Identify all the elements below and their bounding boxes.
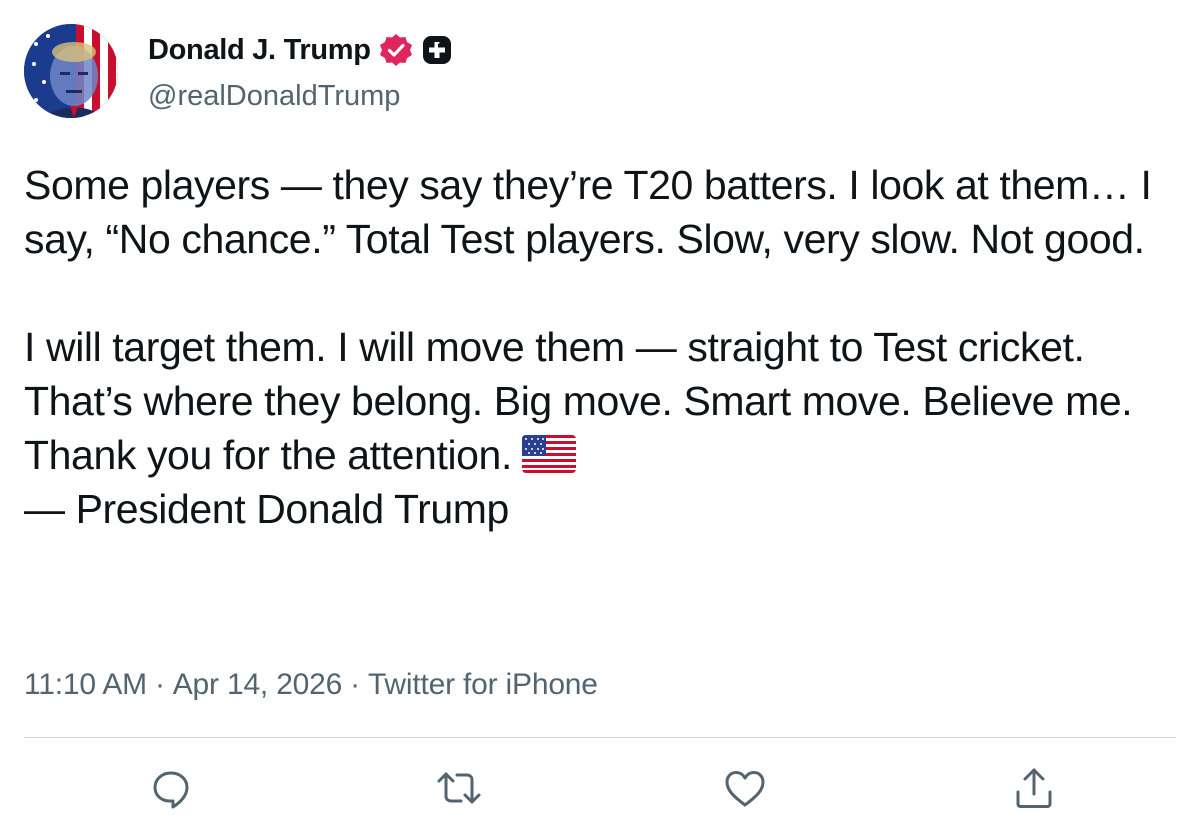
tweet-paragraph: Some players — they say they’re T20 batt… [24,162,1152,262]
user-handle[interactable]: @realDonaldTrump [148,80,400,113]
tweet-signature: — President Donald Trump [24,486,509,532]
tweet-body: Some players — they say they’re T20 batt… [24,158,1174,536]
meta-separator: · [350,668,360,701]
user-name-row: Donald J. Trump [148,30,453,70]
verified-badge-icon [379,33,413,67]
tweet-card: Donald J. Trump @realDonaldTrump Some pl… [0,0,1200,829]
meta-separator: · [154,668,165,701]
tweet-date[interactable]: Apr 14, 2026 [173,668,343,701]
like-button[interactable] [721,764,769,812]
like-icon [725,771,765,807]
tweet-meta: 11:10 AM · Apr 14, 2026 · Twitter for iPhone [24,668,598,702]
tweet-paragraph: I will target them. I will move them — s… [24,324,1133,424]
tweet-source[interactable]: Twitter for iPhone [368,668,598,701]
action-bar [0,758,1200,818]
tweet-line-text: Thank you for the attention. [24,432,512,478]
avatar-image [24,24,118,118]
share-button[interactable] [1010,764,1058,812]
retweet-icon [437,772,481,804]
affiliation-badge-icon [421,34,453,66]
tweet-time[interactable]: 11:10 AM [24,668,147,701]
reply-icon [153,771,189,809]
retweet-button[interactable] [435,764,483,812]
avatar[interactable] [24,24,118,118]
divider [24,737,1176,738]
reply-button[interactable] [147,764,195,812]
share-icon [1016,768,1052,808]
tweet-line: Thank you for the attention. [24,428,1174,482]
us-flag-emoji-icon [521,435,576,473]
display-name[interactable]: Donald J. Trump [148,34,371,67]
